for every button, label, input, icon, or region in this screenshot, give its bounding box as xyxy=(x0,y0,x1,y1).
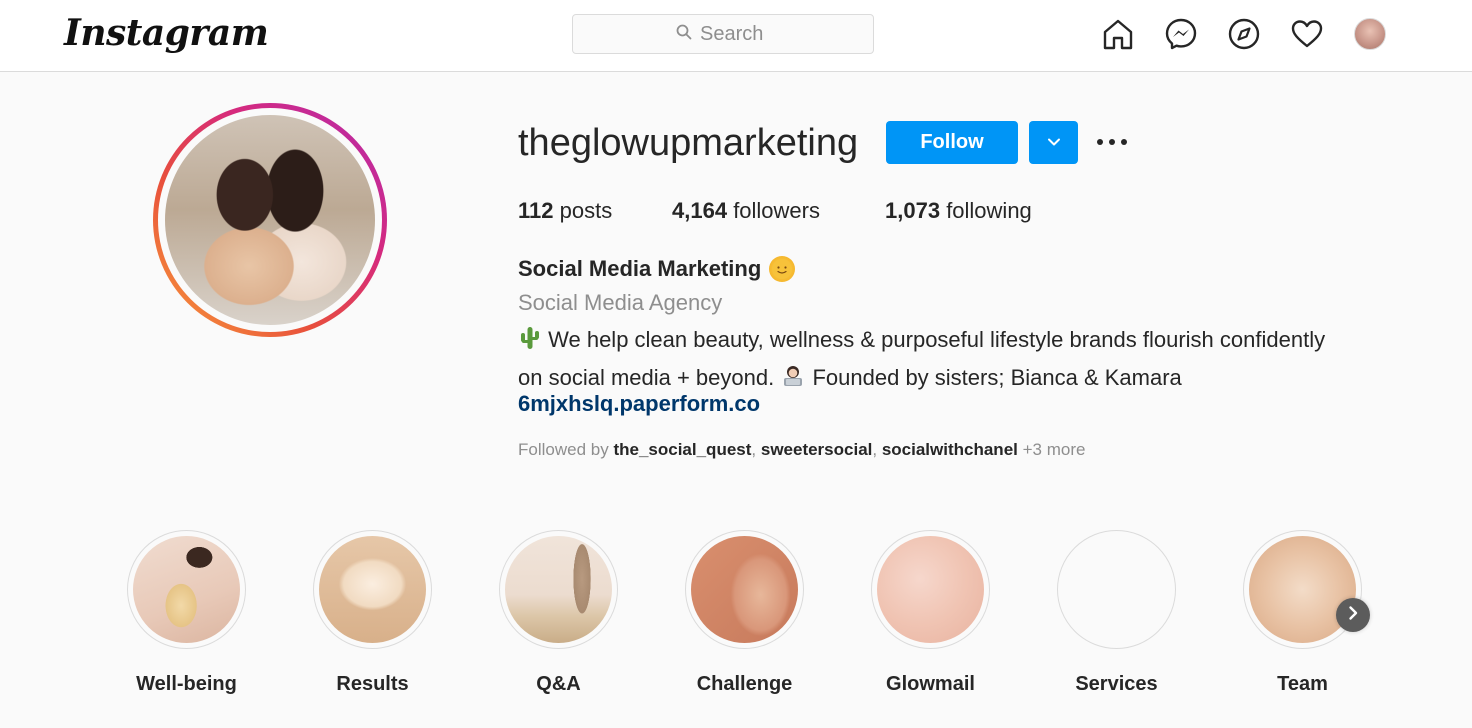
highlight-services[interactable]: Services xyxy=(1057,530,1176,696)
highlight-cover xyxy=(319,536,426,643)
highlight-results[interactable]: Results xyxy=(313,530,432,696)
smiling-sun-emoji-icon xyxy=(769,256,796,282)
highlight-challenge[interactable]: Challenge xyxy=(685,530,804,696)
follow-button[interactable]: Follow xyxy=(886,121,1018,164)
search-box[interactable] xyxy=(572,14,874,54)
avatar xyxy=(1354,18,1386,50)
search-icon xyxy=(676,23,692,46)
chevron-down-icon xyxy=(1047,135,1061,150)
highlight-label: Team xyxy=(1277,673,1328,695)
messenger-icon[interactable] xyxy=(1163,16,1199,52)
following-link[interactable]: 1,073 following xyxy=(885,198,1032,224)
posts-count: 112 posts xyxy=(518,198,613,223)
home-icon[interactable] xyxy=(1100,16,1136,52)
follower-link[interactable]: the_social_quest xyxy=(613,440,751,459)
chevron-right-icon xyxy=(1346,605,1360,626)
highlight-label: Results xyxy=(336,673,409,695)
woman-technologist-emoji-icon xyxy=(780,363,806,399)
highlight-cover xyxy=(505,536,612,643)
profile-stats: 112 posts 4,164 followers 1,073 followin… xyxy=(518,198,1032,224)
profile-picture[interactable] xyxy=(153,103,387,337)
highlight-label: Glowmail xyxy=(886,673,975,695)
profile-bio: We help clean beauty, wellness & purpose… xyxy=(518,323,1398,399)
more-options-button[interactable] xyxy=(1094,128,1130,156)
highlight-label: Q&A xyxy=(536,673,581,695)
search-input[interactable] xyxy=(700,22,770,46)
highlight-qa[interactable]: Q&A xyxy=(499,530,618,696)
cactus-emoji-icon xyxy=(518,325,542,361)
highlight-label: Services xyxy=(1075,673,1158,695)
profile-photo xyxy=(165,115,375,325)
highlight-cover xyxy=(133,536,240,643)
profile-username: theglowupmarketing xyxy=(518,122,859,164)
highlight-label: Well-being xyxy=(136,673,237,695)
nav-icons xyxy=(1100,16,1388,52)
followers-link[interactable]: 4,164 followers xyxy=(672,198,885,224)
explore-compass-icon[interactable] xyxy=(1226,16,1262,52)
follower-link[interactable]: socialwithchanel xyxy=(882,440,1018,459)
highlight-glowmail[interactable]: Glowmail xyxy=(871,530,990,696)
follower-link[interactable]: sweetersocial xyxy=(761,440,873,459)
followed-by-text[interactable]: Followed by the_social_quest, sweetersoc… xyxy=(518,440,1085,460)
highlight-cover xyxy=(1063,536,1170,643)
highlight-well-being[interactable]: Well-being xyxy=(127,530,246,696)
highlight-label: Challenge xyxy=(696,673,793,695)
heart-activity-icon[interactable] xyxy=(1289,16,1325,52)
ellipsis-icon xyxy=(1096,133,1128,151)
suggested-accounts-dropdown-button[interactable] xyxy=(1029,121,1078,164)
story-highlights: Well-being Results Q&A Challenge Glowmai… xyxy=(127,530,1362,696)
profile-category: Social Media Agency xyxy=(518,290,723,315)
top-navigation-bar: Instagram xyxy=(0,0,1472,72)
instagram-logo[interactable]: Instagram xyxy=(64,12,269,54)
profile-website-link[interactable]: 6mjxhslq.paperform.co xyxy=(518,391,760,417)
profile-full-name: Social Media Marketing xyxy=(518,256,796,282)
highlights-next-button[interactable] xyxy=(1336,598,1370,632)
highlight-cover xyxy=(691,536,798,643)
highlight-cover xyxy=(877,536,984,643)
profile-avatar-button[interactable] xyxy=(1352,16,1388,52)
